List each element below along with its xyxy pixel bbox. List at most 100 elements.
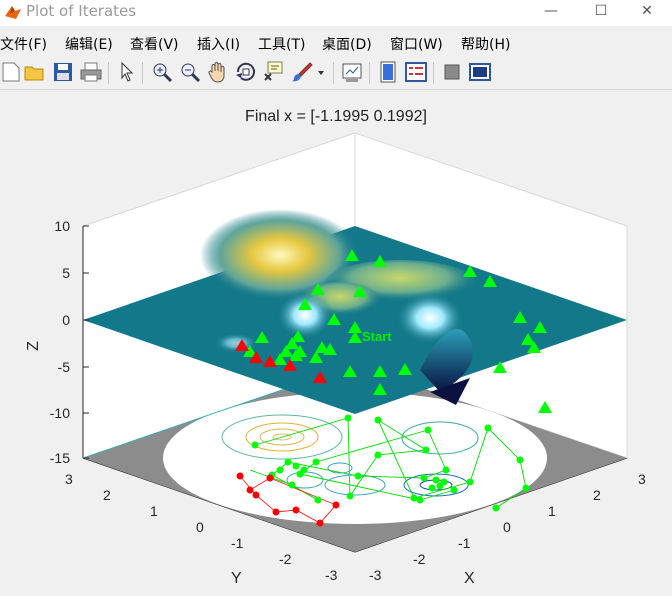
iterate-floor-point xyxy=(484,424,492,432)
iterate-floor-point xyxy=(466,478,474,486)
z-axis-label: Z xyxy=(25,341,42,351)
iterate-floor-point xyxy=(492,504,500,512)
z-tick-label: -15 xyxy=(50,450,70,466)
open-icon[interactable] xyxy=(23,60,47,84)
iterate-floor-point xyxy=(420,474,428,482)
iterate-floor-point xyxy=(284,458,292,466)
initial-floor-point xyxy=(316,519,324,527)
toolbar-separator xyxy=(108,62,109,84)
iterate-floor-point xyxy=(516,456,524,464)
minimize-button[interactable]: — xyxy=(528,0,574,26)
toolbar-separator xyxy=(333,62,334,84)
iterate-floor-point xyxy=(292,462,300,470)
x-tick-label: 3 xyxy=(638,471,646,487)
zoom-out-icon[interactable] xyxy=(178,60,202,84)
iterate-floor-point xyxy=(422,446,430,454)
figure-toolbar xyxy=(0,57,672,90)
initial-floor-point xyxy=(246,486,254,494)
x-tick-label: 0 xyxy=(503,519,511,535)
close-button[interactable]: ✕ xyxy=(624,0,670,26)
y-axis-label: Y xyxy=(231,570,242,587)
plot-area[interactable]: Start 10 5 0 -5 -10 -15 Z 3 2 1 0 -1 -2 … xyxy=(0,90,672,596)
iterate-floor-point xyxy=(424,426,432,434)
y-tick-label: 3 xyxy=(65,471,73,487)
menu-desktop[interactable]: 桌面(D) xyxy=(322,34,372,54)
brush-icon[interactable] xyxy=(290,60,314,84)
z-tick-label: 10 xyxy=(54,218,70,234)
iterate-floor-point xyxy=(522,484,530,492)
pointer-icon[interactable] xyxy=(115,60,139,84)
print-icon[interactable] xyxy=(79,60,103,84)
iterate-floor-point xyxy=(374,416,382,424)
iterate-floor-point xyxy=(428,484,436,492)
initial-floor-point xyxy=(332,501,340,509)
x-tick-label: 2 xyxy=(593,487,601,503)
iterate-floor-point xyxy=(312,458,320,466)
iterate-floor-point xyxy=(251,441,259,449)
menu-help[interactable]: 帮助(H) xyxy=(461,34,510,54)
iterate-floor-point xyxy=(344,414,352,422)
x-tick-label: -3 xyxy=(369,567,382,583)
iterate-floor-point xyxy=(410,494,418,502)
toolbar-separator xyxy=(369,62,370,84)
iterate-floor-point xyxy=(346,492,354,500)
y-tick-label: 2 xyxy=(103,487,111,503)
menu-bar: 文件(F) 编辑(E) 查看(V) 插入(I) 工具(T) 桌面(D) 窗口(W… xyxy=(0,30,672,54)
z-tick-label: -10 xyxy=(50,405,70,421)
pan-icon[interactable] xyxy=(206,60,230,84)
iterate-floor-point xyxy=(288,481,296,489)
z-tick-label: -5 xyxy=(58,359,71,375)
dropdown-arrow-icon[interactable] xyxy=(315,60,327,84)
toolbar-separator xyxy=(142,62,143,84)
iterate-floor-point xyxy=(442,466,450,474)
iterate-floor-point xyxy=(440,478,448,486)
menu-view[interactable]: 查看(V) xyxy=(130,34,179,54)
initial-floor-point xyxy=(272,508,280,516)
initial-floor-point xyxy=(292,506,300,514)
maximize-button[interactable]: ☐ xyxy=(578,0,624,26)
save-icon[interactable] xyxy=(51,60,75,84)
data-cursor-icon[interactable] xyxy=(262,60,286,84)
new-figure-icon[interactable] xyxy=(0,60,24,84)
menu-window[interactable]: 窗口(W) xyxy=(390,34,443,54)
initial-floor-point xyxy=(252,491,260,499)
toolbar-separator xyxy=(433,62,434,84)
initial-floor-point xyxy=(236,472,244,480)
iterate-floor-point xyxy=(276,466,284,474)
menu-file[interactable]: 文件(F) xyxy=(0,34,47,54)
link-plot-icon[interactable] xyxy=(340,60,364,84)
iterate-floor-point xyxy=(314,496,322,504)
matlab-icon xyxy=(5,6,21,19)
menu-tools[interactable]: 工具(T) xyxy=(258,34,305,54)
rotate-3d-icon[interactable] xyxy=(234,60,258,84)
menu-edit[interactable]: 编辑(E) xyxy=(65,34,113,54)
y-tick-label: 1 xyxy=(150,503,158,519)
legend-icon[interactable] xyxy=(404,60,428,84)
iterate-floor-point xyxy=(432,476,440,484)
title-bar: Plot of Iterates — ☐ ✕ xyxy=(0,0,672,26)
iterate-floor-point xyxy=(374,451,382,459)
iterate-floor-point xyxy=(300,466,308,474)
zoom-in-icon[interactable] xyxy=(150,60,174,84)
x-tick-label: 1 xyxy=(548,503,556,519)
y-tick-label: 0 xyxy=(196,519,204,535)
x-tick-label: -1 xyxy=(458,535,471,551)
z-tick-label: 5 xyxy=(62,265,70,281)
initial-floor-point xyxy=(266,474,274,482)
window-title: Plot of Iterates xyxy=(26,2,137,20)
y-tick-label: -1 xyxy=(231,535,244,551)
z-axis: 10 5 0 -5 -10 -15 Z xyxy=(25,218,89,466)
y-tick-label: -3 xyxy=(325,567,338,583)
x-axis-label: X xyxy=(464,570,475,587)
colorbar-icon[interactable] xyxy=(376,60,400,84)
hide-plot-tools-icon[interactable] xyxy=(440,60,464,84)
x-tick-label: -2 xyxy=(413,551,426,567)
y-tick-label: -2 xyxy=(279,551,292,567)
iterate-floor-point xyxy=(416,496,424,504)
start-annotation: Start xyxy=(362,329,392,344)
z-tick-label: 0 xyxy=(62,312,70,328)
show-plot-tools-icon[interactable] xyxy=(468,60,492,84)
iterate-floor-point xyxy=(354,472,362,480)
menu-insert[interactable]: 插入(I) xyxy=(197,34,240,54)
iterate-floor-point xyxy=(450,486,458,494)
